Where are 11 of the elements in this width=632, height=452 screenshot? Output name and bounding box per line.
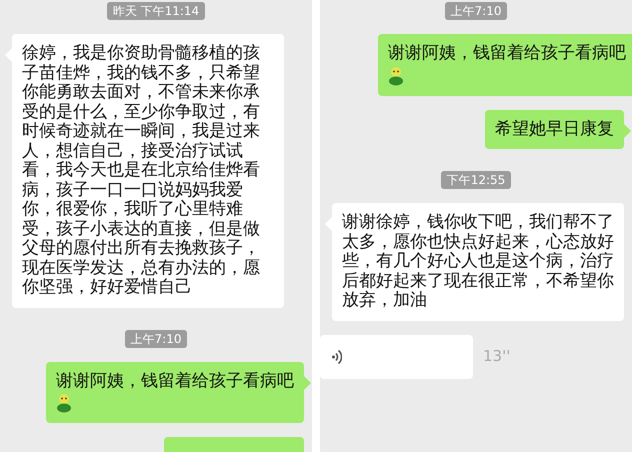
timestamp: 昨天 下午11:14: [106, 2, 206, 20]
voice-duration: 13'': [483, 346, 510, 368]
message-text: 希望她早日康复: [495, 120, 614, 139]
timestamp: 上午7:10: [124, 330, 188, 348]
timestamp: 上午7:10: [444, 2, 508, 20]
message-text: 徐婷，我是你资助骨髓移植的孩子苗佳烨，我的钱不多，只希望你能勇敢去面对，不管未来你承受的是什么，至少你争取过，有时候奇迹就在一瞬间，我是过来人，想信自己，接受治疗试试看，我今天也是在北京给佳烨看病，孩子一口一口说妈妈我爱你，很爱你，我听了心里特难受，孩子小表达的直接，但是做父母的愿付出所有去挽救孩子，现在医学发达，总有办法的，愿你坚强，好好爱惜自己: [22, 44, 261, 298]
message-text: 谢谢徐婷，钱你收下吧，我们帮不了太多，愿你也快点好起来，心态放好些，有几个好心人也是这个病，治疗后都好起来了现在很正常，不希望你放弃，加油: [342, 213, 614, 310]
message-text: 谢谢阿姨，钱留着给孩子看病吧: [388, 44, 626, 64]
message-text: 谢谢阿姨，钱留着给孩子看病吧: [56, 372, 294, 391]
timestamp: 下午12:55: [440, 171, 512, 189]
voice-icon: [332, 348, 342, 364]
